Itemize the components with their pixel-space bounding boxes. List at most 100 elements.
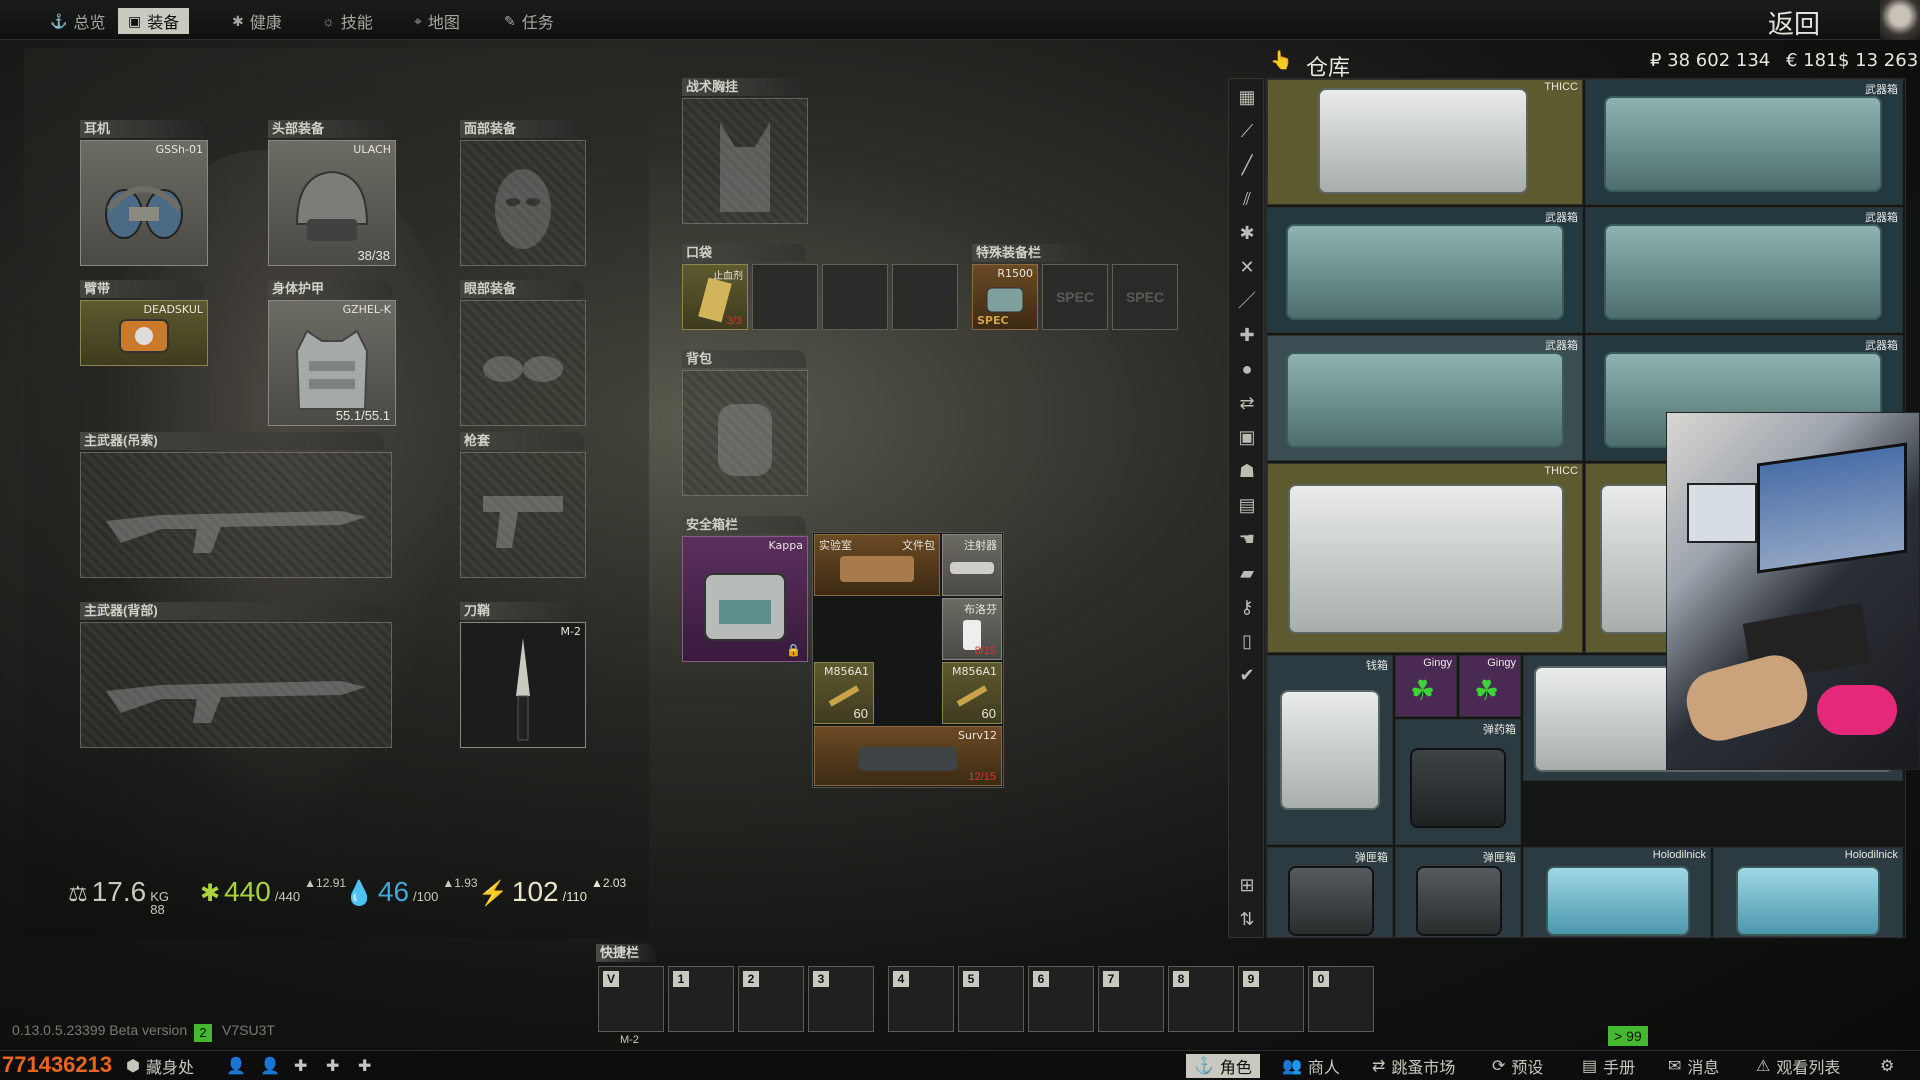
group-button[interactable]: 👤 [260,1054,280,1078]
stash-item-thicc-case[interactable]: THICC [1267,79,1583,205]
quickslot-3[interactable]: 3 [808,966,874,1032]
quickslot-6[interactable]: 6 [1028,966,1094,1032]
quickslot-0[interactable]: 0 [1308,966,1374,1032]
crossed-icon[interactable]: ✕ [1235,255,1259,279]
stash-item-weapon-case[interactable]: 武器箱 [1267,335,1583,461]
eyewear-slot[interactable] [460,300,586,426]
special-slot-3[interactable]: SPEC [1112,264,1178,330]
pocket-slot-3[interactable] [822,264,888,330]
tab-health[interactable]: ✱ 健康 [222,8,292,34]
quickslot-9[interactable]: 9 [1238,966,1304,1032]
pocket-slot-2[interactable] [752,264,818,330]
backpack-slot[interactable] [682,370,808,496]
money-case-tag: 钱箱 [1366,660,1388,672]
scabbard-slot[interactable]: M-2 [460,622,586,748]
stash-item-holodilnick[interactable]: Holodilnick [1523,847,1711,937]
balaclava-icon [495,169,551,250]
weapon-icon[interactable]: ╱ [1235,153,1259,177]
quickslot-5[interactable]: 5 [958,966,1024,1032]
barter-icon[interactable]: ☚ [1235,527,1259,551]
injector-case-item[interactable]: 注射器 [942,534,1002,596]
ibuprofen-item[interactable]: 布洛芬 8/15 [942,598,1002,660]
armband-slot[interactable]: DEADSKUL [80,300,208,366]
quickslot-2[interactable]: 2 [738,966,804,1032]
tab-map[interactable]: ⌖ 地图 [404,8,470,34]
stash-item-weapon-case[interactable]: 武器箱 [1267,207,1583,333]
tab-tasks[interactable]: ✎ 任务 [494,8,564,34]
special-slot-1[interactable]: R1500 SPEC [972,264,1038,330]
book-icon[interactable]: ▰ [1235,561,1259,585]
tab-skills[interactable]: ☼ 技能 [312,8,383,34]
tab-gear[interactable]: ▣ 装备 [118,8,190,34]
grenade-icon[interactable]: ● [1235,357,1259,381]
stash-item-thicc-case[interactable]: THICC [1267,463,1583,653]
armor-icon[interactable]: ▣ [1235,425,1259,449]
menu-traders[interactable]: 👥 商人 [1282,1054,1340,1078]
quickslot-8[interactable]: 8 [1168,966,1234,1032]
stash-item-holodilnick[interactable]: Holodilnick [1713,847,1903,937]
tab-overview[interactable]: ⚓ 总览 [40,8,115,34]
bag-icon[interactable]: ☗ [1235,459,1259,483]
thicc-tag: THICC [1544,81,1578,93]
stash-item-grenade-case[interactable]: 弹匣箱 [1267,847,1393,937]
add-slot-button[interactable]: ✚ [326,1054,339,1078]
key-icon[interactable]: ⚷ [1235,595,1259,619]
medical-icon[interactable]: ✚ [1235,323,1259,347]
swap-icon[interactable]: ⇄ [1235,391,1259,415]
secure-container-slot[interactable]: Kappa 🔒 [682,536,808,662]
stash-item-gingy[interactable]: Gingy ☘ [1459,655,1521,717]
energy-stat: ⚡ 102 /110 ▲2.03 [478,876,626,908]
quickslot-v[interactable]: V [598,966,664,1032]
avatar[interactable] [1880,0,1920,40]
add-slot-button[interactable]: ✚ [358,1054,371,1078]
quickslot-1[interactable]: 1 [668,966,734,1032]
stash-item-weapon-case[interactable]: 武器箱 [1585,207,1903,333]
stash-item-weapon-case[interactable]: 武器箱 [1585,79,1903,205]
case-icon[interactable]: ▤ [1235,493,1259,517]
friends-button[interactable]: 👤 [226,1054,246,1078]
grid-icon[interactable]: ▦ [1235,85,1259,109]
primary-sling-slot[interactable] [80,452,392,578]
menu-handbook[interactable]: ▤ 手册 [1582,1054,1635,1078]
menu-flea-market[interactable]: ⇄ 跳蚤市场 [1372,1054,1455,1078]
health-icon: ✱ [200,880,221,907]
face-cover-slot[interactable] [460,140,586,266]
pocket-slot-4[interactable] [892,264,958,330]
check-icon[interactable]: ✔ [1235,663,1259,687]
hideout-button[interactable]: ⬢ 藏身处 [126,1054,194,1078]
settings-button[interactable]: ⚙ [1880,1054,1894,1078]
ammo-icon[interactable]: ⫽ [1235,187,1259,211]
pocket-slot-1[interactable]: 止血剂 3/3 [682,264,748,330]
tactical-rig-slot[interactable] [682,98,808,224]
menu-presets[interactable]: ⟳ 预设 [1492,1054,1543,1078]
quickslot-4[interactable]: 4 [888,966,954,1032]
add-slot-button[interactable]: ✚ [294,1054,307,1078]
earpiece-slot[interactable]: GSSh-01 [80,140,208,266]
primary-back-slot[interactable] [80,622,392,748]
stash-item-ammo-case[interactable]: 弹药箱 [1395,719,1521,845]
back-button[interactable]: 返回 [1768,4,1820,41]
surv12-item[interactable]: Surv12 12/15 [814,726,1002,786]
special-slot-2[interactable]: SPEC [1042,264,1108,330]
ammo-item-1[interactable]: M856A1 60 [814,662,874,724]
ammo-item-2[interactable]: M856A1 60 [942,662,1002,724]
menu-messages[interactable]: ✉ 消息 [1668,1054,1719,1078]
gear-icon[interactable]: ✱ [1235,221,1259,245]
headwear-slot[interactable]: ULACH 38/38 [268,140,396,266]
stash-item-grenade-case[interactable]: 弹匣箱 [1395,847,1521,937]
knife-icon[interactable]: ⟋ [1235,119,1259,143]
menu-watchlist[interactable]: ⚠ 观看列表 [1756,1054,1840,1078]
stash-item-money-case[interactable]: 钱箱 [1267,655,1393,845]
pen-icon[interactable]: ／ [1235,289,1259,313]
quickbar-title: 快捷栏 [596,944,656,962]
chest-rig-icon [720,122,770,213]
sort-icon[interactable]: ⇅ [1235,907,1259,931]
stash-item-gingy[interactable]: Gingy ☘ [1395,655,1457,717]
quickslot-7[interactable]: 7 [1098,966,1164,1032]
lab-keycard-item[interactable]: 实验室 文件包 [814,534,940,596]
body-armor-slot[interactable]: GZHEL-K 55.1/55.1 [268,300,396,426]
holster-slot[interactable] [460,452,586,578]
menu-character[interactable]: ⚓ 角色 [1186,1054,1260,1078]
map-icon[interactable]: ▯ [1235,629,1259,653]
grid-view-icon[interactable]: ⊞ [1235,873,1259,897]
